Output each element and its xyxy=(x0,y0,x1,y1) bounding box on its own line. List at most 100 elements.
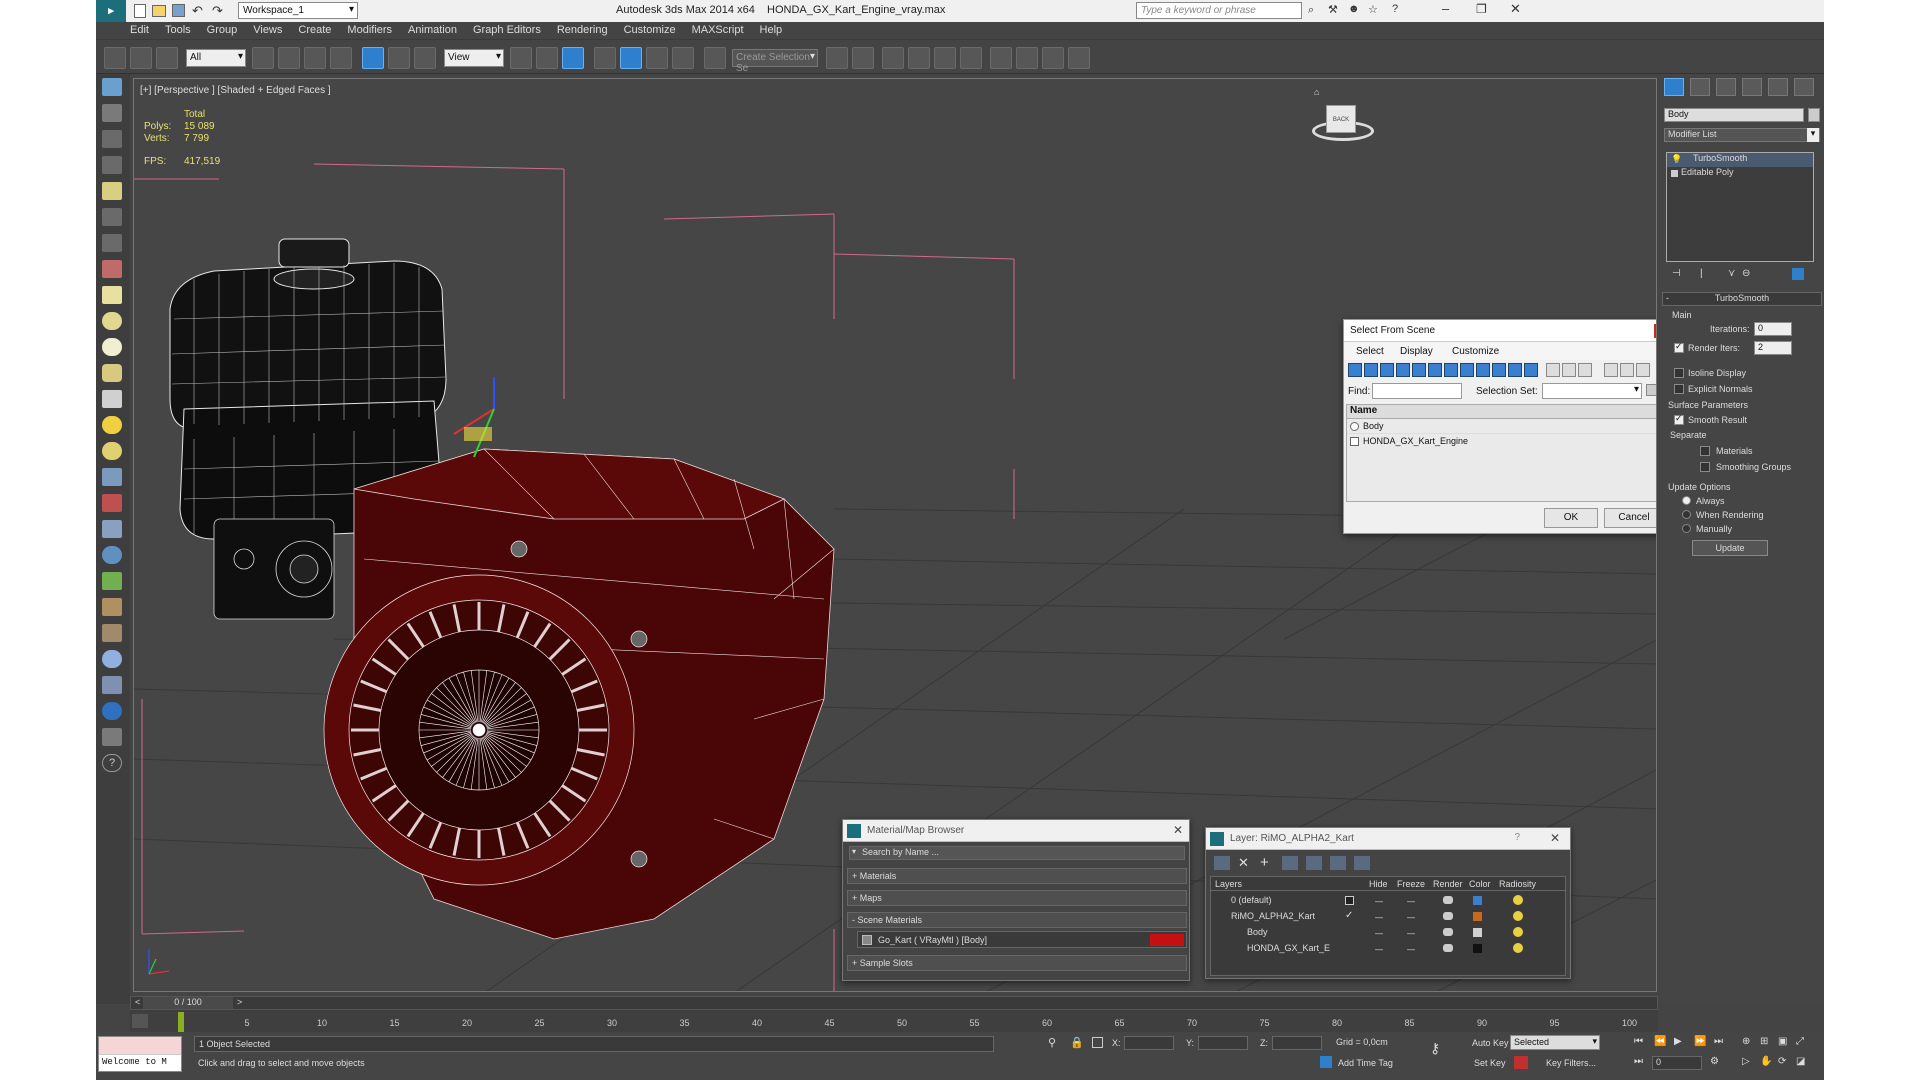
align-icon[interactable] xyxy=(852,47,874,69)
redo-icon[interactable]: ↷ xyxy=(212,3,223,19)
set-key-button[interactable]: Set Key xyxy=(1474,1058,1506,1068)
select-menu-select[interactable]: Select xyxy=(1356,346,1384,357)
material-sphere-icon[interactable] xyxy=(102,650,122,668)
min-max-toggle-icon[interactable]: ◪ xyxy=(1796,1056,1805,1067)
menu-views[interactable]: Views xyxy=(245,24,290,36)
curve-editor-icon[interactable] xyxy=(934,47,956,69)
layer-color-swatch[interactable] xyxy=(1473,896,1482,905)
selection-filter-select[interactable]: All ▾ xyxy=(186,49,246,67)
update-button[interactable]: Update xyxy=(1692,540,1768,556)
current-frame-input[interactable]: 0 xyxy=(1652,1056,1702,1070)
create-box-icon[interactable] xyxy=(102,78,122,96)
help-search-input[interactable]: Type a keyword or phrase xyxy=(1136,2,1302,19)
app-logo-icon[interactable]: ▸ xyxy=(96,0,126,22)
open-file-icon[interactable] xyxy=(152,5,166,17)
unlink-icon[interactable] xyxy=(130,47,152,69)
layer-dialog-titlebar[interactable]: Layer: RiMO_ALPHA2_Kart ? ✕ xyxy=(1206,828,1570,850)
close-icon[interactable]: ✕ xyxy=(1173,823,1183,837)
scene-material-item[interactable]: Go_Kart ( VRayMtl ) [Body] xyxy=(857,931,1187,948)
undo-icon[interactable]: ↶ xyxy=(192,3,203,19)
particle-flow-icon[interactable] xyxy=(102,468,122,486)
percent-snap-icon[interactable] xyxy=(646,47,668,69)
list-item[interactable]: Body xyxy=(1347,419,1656,434)
layer-color-swatch[interactable] xyxy=(1473,912,1482,921)
expand-icon[interactable] xyxy=(1671,170,1678,177)
create-cone-icon[interactable] xyxy=(102,390,122,408)
hair-icon[interactable] xyxy=(102,598,122,616)
pan-view-icon[interactable]: ✋ xyxy=(1760,1056,1772,1067)
freeze-toggle[interactable]: — xyxy=(1407,913,1415,922)
create-torus-icon[interactable] xyxy=(102,364,122,382)
create-spacewarps-icon[interactable] xyxy=(102,234,122,252)
filter-icon[interactable] xyxy=(1604,363,1618,377)
foliage-icon[interactable] xyxy=(102,572,122,590)
zoom-all-icon[interactable]: ⊞ xyxy=(1760,1036,1768,1047)
add-layer-icon[interactable]: + xyxy=(1260,854,1269,871)
orbit-icon[interactable]: ⟳ xyxy=(1778,1056,1786,1067)
col-freeze[interactable]: Freeze xyxy=(1397,879,1425,889)
manipulate-icon[interactable] xyxy=(536,47,558,69)
window-crossing-icon[interactable] xyxy=(330,47,352,69)
edit-named-selection-icon[interactable] xyxy=(704,47,726,69)
material-editor-icon[interactable] xyxy=(990,47,1012,69)
iterations-spinner[interactable]: 0 xyxy=(1754,322,1792,336)
highlight-layer-icon[interactable] xyxy=(1306,856,1322,870)
update-when-rendering-radio[interactable] xyxy=(1682,510,1691,519)
render-teapot-icon[interactable] xyxy=(1443,912,1453,920)
viewcube[interactable]: BACK ⌂ xyxy=(1308,87,1378,149)
rendered-frame-window-icon[interactable] xyxy=(1042,47,1064,69)
radiosity-icon[interactable] xyxy=(1513,943,1523,953)
named-selection-set-input[interactable]: Create Selection Se ▾ xyxy=(732,49,818,74)
remove-modifier-icon[interactable]: ⊖ xyxy=(1742,268,1750,279)
col-color[interactable]: Color xyxy=(1469,879,1491,889)
x-coordinate-input[interactable] xyxy=(1124,1036,1174,1050)
explicit-normals-checkbox[interactable] xyxy=(1674,384,1684,394)
go-to-end-icon[interactable]: ⏭ xyxy=(1714,1036,1723,1047)
modifier-list-select[interactable]: Modifier List ▾ xyxy=(1664,128,1820,142)
active-check-icon[interactable]: ✓ xyxy=(1345,910,1353,921)
dynamics-icon[interactable] xyxy=(102,494,122,512)
material-search-input[interactable]: ▾ Search by Name ... xyxy=(849,846,1185,860)
play-icon[interactable]: ▶ xyxy=(1674,1036,1682,1047)
table-row[interactable]: HONDA_GX_Kart_E — — xyxy=(1211,941,1565,957)
key-mode-toggle-icon[interactable]: ⏭ xyxy=(1634,1056,1643,1067)
display-bones-icon[interactable] xyxy=(1476,363,1490,377)
maximize-viewport-icon[interactable]: ⤢ xyxy=(1796,1036,1804,1047)
display-xrefs-icon[interactable] xyxy=(1460,363,1474,377)
select-by-name-icon[interactable] xyxy=(278,47,300,69)
pin-stack-icon[interactable]: ⊣ xyxy=(1672,268,1681,279)
col-render[interactable]: Render xyxy=(1433,879,1463,889)
z-coordinate-input[interactable] xyxy=(1272,1036,1322,1050)
isoline-display-checkbox[interactable] xyxy=(1674,368,1684,378)
auto-key-button[interactable]: Auto Key xyxy=(1472,1038,1509,1048)
table-row[interactable]: RiMO_ALPHA2_Kart ✓ — — xyxy=(1211,909,1565,925)
schematic-view-icon[interactable] xyxy=(960,47,982,69)
perspective-viewport[interactable]: [+] [Perspective ] [Shaded + Edged Faces… xyxy=(133,78,1657,992)
next-frame-icon[interactable]: > xyxy=(237,997,242,1007)
create-cylinder-icon[interactable] xyxy=(102,312,122,330)
freeze-toggle[interactable]: — xyxy=(1407,897,1415,906)
maximize-icon[interactable]: ❐ xyxy=(1476,2,1487,16)
create-helpers-icon[interactable] xyxy=(102,208,122,226)
list-view-icon[interactable] xyxy=(1636,363,1650,377)
display-tab-icon[interactable] xyxy=(1768,78,1788,96)
ok-button[interactable]: OK xyxy=(1544,508,1598,528)
workspace-select[interactable]: Workspace_1 ▾ xyxy=(238,2,358,19)
save-file-icon[interactable] xyxy=(172,4,185,17)
object-color-swatch[interactable] xyxy=(1808,108,1820,122)
favorites-icon[interactable]: ☆ xyxy=(1368,3,1378,16)
layer-explorer-icon[interactable] xyxy=(882,47,904,69)
select-dialog-close-button[interactable]: ✕ xyxy=(1654,324,1656,338)
toggle-ribbon-icon[interactable] xyxy=(908,47,930,69)
list-item[interactable]: HONDA_GX_Kart_Engine xyxy=(1347,434,1656,449)
lightbulb-icon[interactable]: 💡 xyxy=(1671,154,1682,165)
radiosity-icon[interactable] xyxy=(1513,911,1523,921)
vray-mesh-icon[interactable] xyxy=(102,676,122,694)
menu-customize[interactable]: Customize xyxy=(616,24,684,36)
create-camera-icon[interactable] xyxy=(102,104,122,122)
hierarchy-tab-icon[interactable] xyxy=(1716,78,1736,96)
snaps-toggle-icon[interactable] xyxy=(594,47,616,69)
select-dialog-titlebar[interactable]: Select From Scene ✕ xyxy=(1344,320,1656,342)
absolute-mode-icon[interactable] xyxy=(1092,1037,1103,1048)
show-end-result-icon[interactable]: | xyxy=(1700,268,1703,279)
